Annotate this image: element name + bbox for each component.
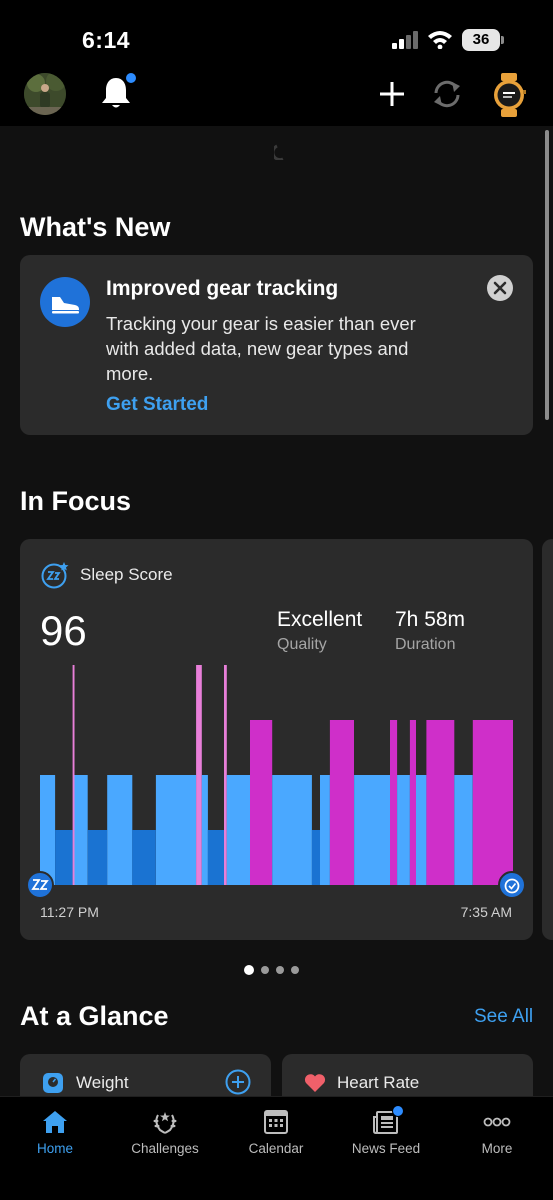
pager-dot[interactable]: [291, 966, 299, 974]
tab-news-feed[interactable]: News Feed: [331, 1097, 441, 1200]
top-app-bar: [0, 70, 553, 126]
battery-indicator: 36: [462, 29, 500, 51]
weight-label: Weight: [76, 1073, 129, 1092]
sleep-stage-bar-deep: [87, 830, 108, 885]
sleep-stage-bar-light: [416, 775, 427, 885]
wifi-icon: [428, 31, 452, 49]
sleep-stages-chart: [26, 665, 526, 899]
sleep-stage-bar-rem: [390, 720, 398, 885]
sleep-stage-bar-awake: [72, 665, 75, 885]
sleep-stage-bar-rem: [426, 720, 455, 885]
scrollbar-thumb[interactable]: [545, 130, 549, 420]
bottom-tab-bar: Home Challenges Calendar News Feed More: [0, 1096, 553, 1200]
sleep-stage-bar-light: [40, 775, 56, 885]
shoe-icon: [52, 297, 79, 314]
sleep-stage-bar-awake: [224, 665, 227, 885]
profile-avatar[interactable]: [24, 73, 66, 115]
news-feed-badge: [392, 1105, 404, 1117]
pager-dot[interactable]: [244, 965, 254, 975]
notification-dot: [126, 73, 136, 83]
sleep-stage-bar-light: [201, 775, 208, 885]
more-icon: [483, 1117, 511, 1127]
sleep-stage-bar-light: [272, 775, 312, 885]
sleep-stage-bar-light: [354, 775, 390, 885]
next-focus-card[interactable]: [542, 539, 553, 940]
battery-tip: [501, 36, 504, 44]
sleep-stage-bar-rem: [409, 720, 416, 885]
sleep-stage-bar-deep: [312, 830, 320, 885]
sleep-score-card[interactable]: Sleep Score 96 Excellent Quality 7h 58m …: [20, 539, 533, 940]
sleep-start-time: 11:27 PM: [40, 904, 99, 920]
tab-calendar[interactable]: Calendar: [221, 1097, 331, 1200]
sync-icon[interactable]: [430, 78, 464, 110]
get-started-link[interactable]: Get Started: [106, 394, 208, 416]
sleep-stage-bar-deep: [132, 830, 156, 885]
heart-icon: [304, 1074, 326, 1092]
tab-challenges[interactable]: Challenges: [110, 1097, 220, 1200]
avatar-photo: [24, 73, 66, 115]
tab-challenges-label: Challenges: [131, 1141, 199, 1156]
add-icon[interactable]: [378, 80, 406, 108]
tab-news-feed-label: News Feed: [351, 1141, 421, 1156]
dismiss-button[interactable]: [487, 275, 513, 301]
sleep-stage-bar-light: [397, 775, 410, 885]
sleep-stage-bar-rem: [250, 720, 273, 885]
loading-spinner-icon: [274, 144, 284, 160]
tab-calendar-label: Calendar: [248, 1141, 304, 1156]
sleep-stage-bar-rem: [329, 720, 354, 885]
tab-more-label: More: [481, 1141, 513, 1156]
sleep-end-time: 7:35 AM: [460, 904, 512, 920]
heart-rate-label: Heart Rate: [337, 1073, 420, 1092]
add-weight-icon[interactable]: [225, 1069, 251, 1095]
tab-home-label: Home: [36, 1141, 73, 1156]
cellular-signal-icon: [392, 31, 418, 49]
laurel-icon: [153, 1112, 177, 1134]
pager-dot[interactable]: [276, 966, 284, 974]
news-card-title: Improved gear tracking: [106, 277, 339, 300]
tab-more[interactable]: More: [442, 1097, 552, 1200]
scale-icon: [43, 1073, 63, 1093]
gear-badge: [40, 277, 90, 327]
watch-icon[interactable]: [492, 73, 526, 117]
sleep-score-value: 96: [40, 607, 87, 654]
at-a-glance-heading: At a Glance: [20, 1001, 169, 1031]
sleep-start-marker-icon: [26, 871, 54, 899]
duration-value: 7h 58m: [395, 608, 466, 631]
status-time: 6:14: [82, 27, 131, 53]
sleep-stage-bar-awake: [196, 665, 202, 885]
sleep-stage-bar-light: [107, 775, 133, 885]
news-card-body: Tracking your gear is easier than ever w…: [106, 313, 416, 384]
focus-pager[interactable]: [244, 961, 306, 975]
home-icon: [43, 1111, 67, 1133]
close-icon: [493, 281, 507, 295]
sleep-stage-bar-light: [226, 775, 250, 885]
sleep-score-label: Sleep Score: [80, 565, 173, 584]
sleep-stage-bar-light: [74, 775, 88, 885]
calendar-icon: [264, 1110, 288, 1134]
sleep-stage-bar-deep: [207, 830, 224, 885]
sleep-stage-bar-light: [320, 775, 330, 885]
whats-new-card[interactable]: Improved gear tracking Tracking your gea…: [20, 255, 533, 435]
sleep-end-marker-icon: [498, 871, 526, 899]
status-bar: 6:14 36: [0, 0, 553, 70]
sleep-zz-icon: [41, 562, 69, 589]
pager-dot[interactable]: [261, 966, 269, 974]
sleep-stage-bar-light: [454, 775, 473, 885]
sleep-stage-bar-rem: [472, 720, 513, 885]
tab-home[interactable]: Home: [0, 1097, 110, 1200]
in-focus-heading: In Focus: [20, 486, 132, 516]
see-all-link[interactable]: See All: [474, 1006, 533, 1028]
quality-value: Excellent: [277, 608, 363, 631]
sleep-stage-bar-deep: [55, 830, 73, 885]
sleep-stage-bar-light: [155, 775, 197, 885]
whats-new-heading: What's New: [20, 212, 171, 242]
